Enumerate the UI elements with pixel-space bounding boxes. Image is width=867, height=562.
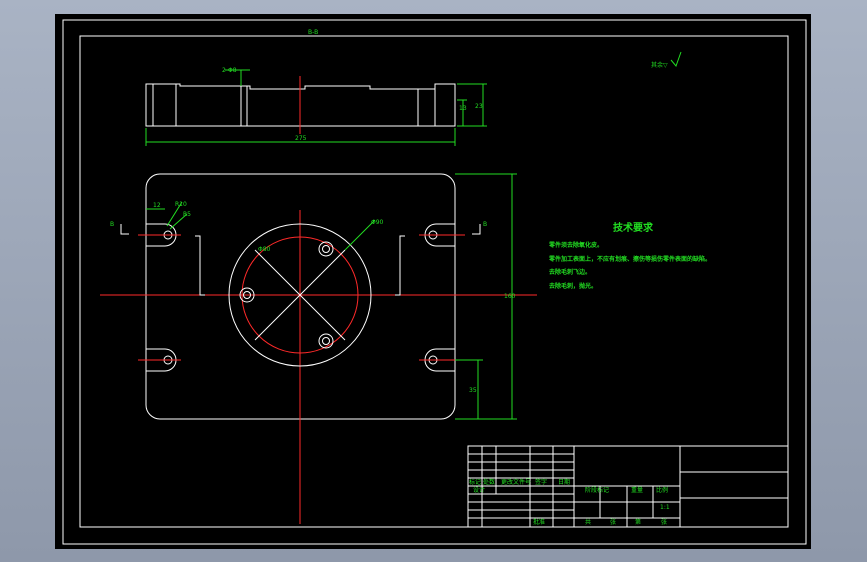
dim-offset-35: 35 — [469, 387, 477, 394]
title-block: 标记 处数 更改文件号 签字 日期 设计 阶段标记 重量 比例 1:1 共 张 … — [467, 445, 789, 528]
dim-height-b: 23 — [475, 103, 483, 110]
tb-label-mark: 标记 — [469, 478, 481, 486]
tb-label-sign: 签字 — [535, 478, 547, 486]
tb-sheet-unit-1: 张 — [610, 518, 616, 526]
tb-scale-label: 比例 — [656, 486, 668, 494]
requirements-title: 技术要求 — [613, 221, 654, 234]
requirement-3: 去除毛刺飞边。 — [549, 268, 591, 276]
tb-stage: 阶段标记 — [585, 486, 609, 494]
roughness-symbol — [670, 51, 682, 67]
dim-depth-label: 2-Φ8 — [222, 67, 237, 74]
cad-drawing-viewport[interactable]: B-B 其余▽ 275 13 23 2-Φ8 B B 12 R10 R5 Φ80… — [55, 14, 811, 549]
dim-r-label: R10 — [175, 201, 187, 208]
section-label: B-B — [308, 29, 318, 36]
tb-sheet-unit-2: 张 — [661, 518, 667, 526]
tb-weight: 重量 — [631, 486, 643, 494]
requirement-4: 去除毛刺，抛光。 — [549, 282, 597, 290]
tb-scale-value: 1:1 — [660, 504, 670, 511]
drawing-canvas: B-B 其余▽ 275 13 23 2-Φ8 B B 12 R10 R5 Φ80… — [62, 19, 807, 545]
technical-requirements: 技术要求 零件须去除氧化皮。 零件加工表面上，不应有划痕、擦伤等损伤零件表面的缺… — [548, 221, 711, 290]
dim-dia-left: Φ80 — [258, 246, 271, 253]
requirement-2: 零件加工表面上，不应有划痕、擦伤等损伤零件表面的缺陷。 — [548, 255, 711, 263]
inner-frame — [79, 35, 789, 528]
dim-hole-12: 12 — [153, 202, 161, 209]
section-mark-right: B — [483, 221, 487, 228]
tb-sheet-no: 第 — [635, 518, 641, 526]
requirement-1: 零件须去除氧化皮。 — [548, 241, 603, 249]
top-view: B B 12 R10 R5 Φ80 Φ90 160 35 — [100, 173, 537, 524]
tb-label-date: 日期 — [558, 478, 570, 486]
section-mark-left: B — [110, 221, 114, 228]
tb-sheet-total: 共 — [585, 518, 591, 526]
dim-height-a: 13 — [459, 105, 467, 112]
roughness-note: 其余▽ — [651, 61, 668, 69]
side-view: 275 13 23 2-Φ8 — [145, 67, 487, 146]
tb-approve: 批准 — [533, 518, 545, 526]
tb-label-change: 更改文件号 — [501, 478, 531, 486]
dim-height-total: 160 — [504, 293, 516, 300]
tb-designer: 设计 — [473, 486, 485, 494]
dim-r-label2: R5 — [183, 211, 191, 218]
dim-width-top: 275 — [295, 135, 307, 142]
tb-label-count: 处数 — [483, 478, 495, 486]
